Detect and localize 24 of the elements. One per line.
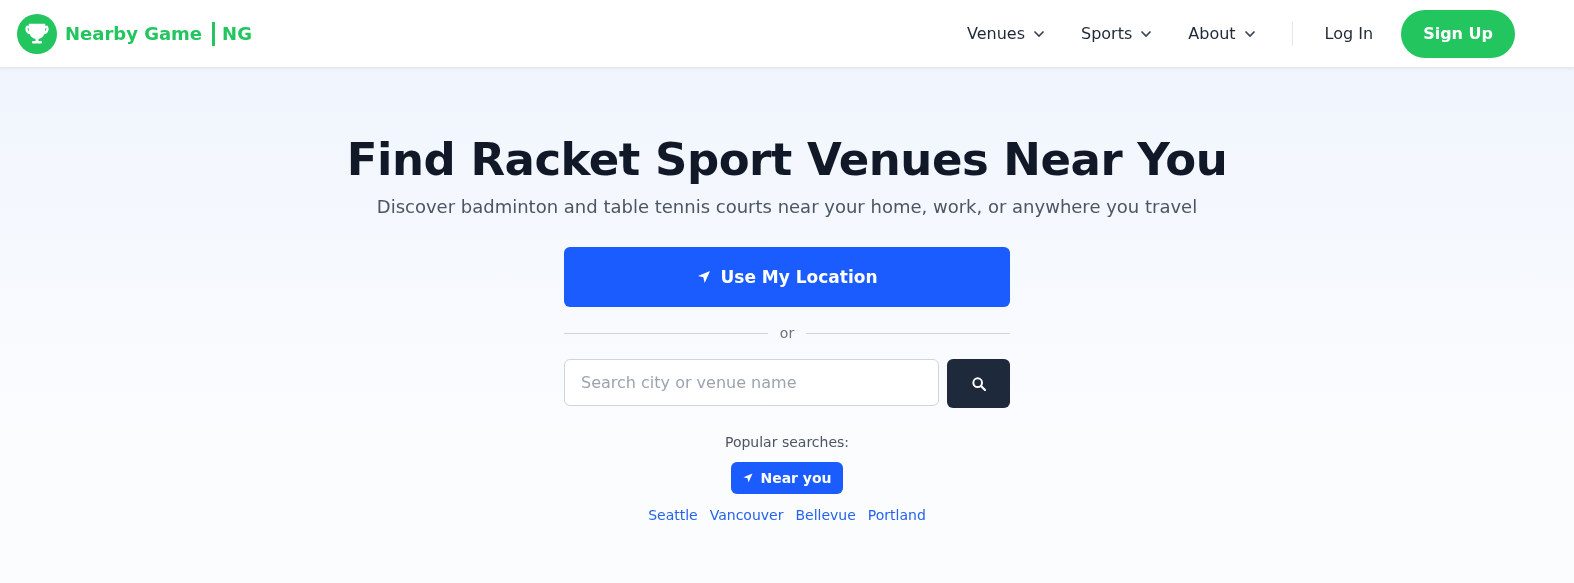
search-field[interactable]: Search city or venue name bbox=[564, 359, 939, 406]
city-link[interactable]: Vancouver bbox=[709, 507, 784, 523]
nav-menu[interactable]: Venues bbox=[966, 24, 1045, 43]
hero-title: Find Racket Sport Venues Near You bbox=[346, 132, 1228, 188]
nav-menu[interactable]: About bbox=[1188, 24, 1256, 43]
search-icon bbox=[970, 375, 987, 392]
chevron-down-icon bbox=[1243, 29, 1256, 38]
city-link[interactable]: Seattle bbox=[648, 507, 698, 523]
trophy-icon bbox=[17, 13, 57, 54]
location-arrow-icon bbox=[696, 269, 713, 285]
chevron-down-icon bbox=[1140, 29, 1153, 38]
city-link[interactable]: Portland bbox=[867, 507, 926, 523]
brand-short: NG bbox=[212, 21, 252, 46]
near-you-button[interactable]: Near you bbox=[731, 462, 843, 494]
use-location-button[interactable]: Use My Location bbox=[564, 247, 1010, 307]
nav-menu[interactable]: Sports bbox=[1081, 24, 1153, 43]
city-link[interactable]: Bellevue bbox=[795, 507, 856, 523]
divider-text: or bbox=[779, 325, 795, 341]
location-arrow-icon bbox=[742, 472, 755, 484]
search-button[interactable] bbox=[947, 359, 1010, 408]
popular-label: Popular searches: bbox=[724, 434, 850, 450]
chevron-down-icon bbox=[1033, 29, 1045, 38]
hero-subtitle: Discover badminton and table tennis courts near your home, work, or anywhere you travel bbox=[376, 196, 1198, 217]
login-link[interactable]: Log In bbox=[1324, 24, 1374, 43]
